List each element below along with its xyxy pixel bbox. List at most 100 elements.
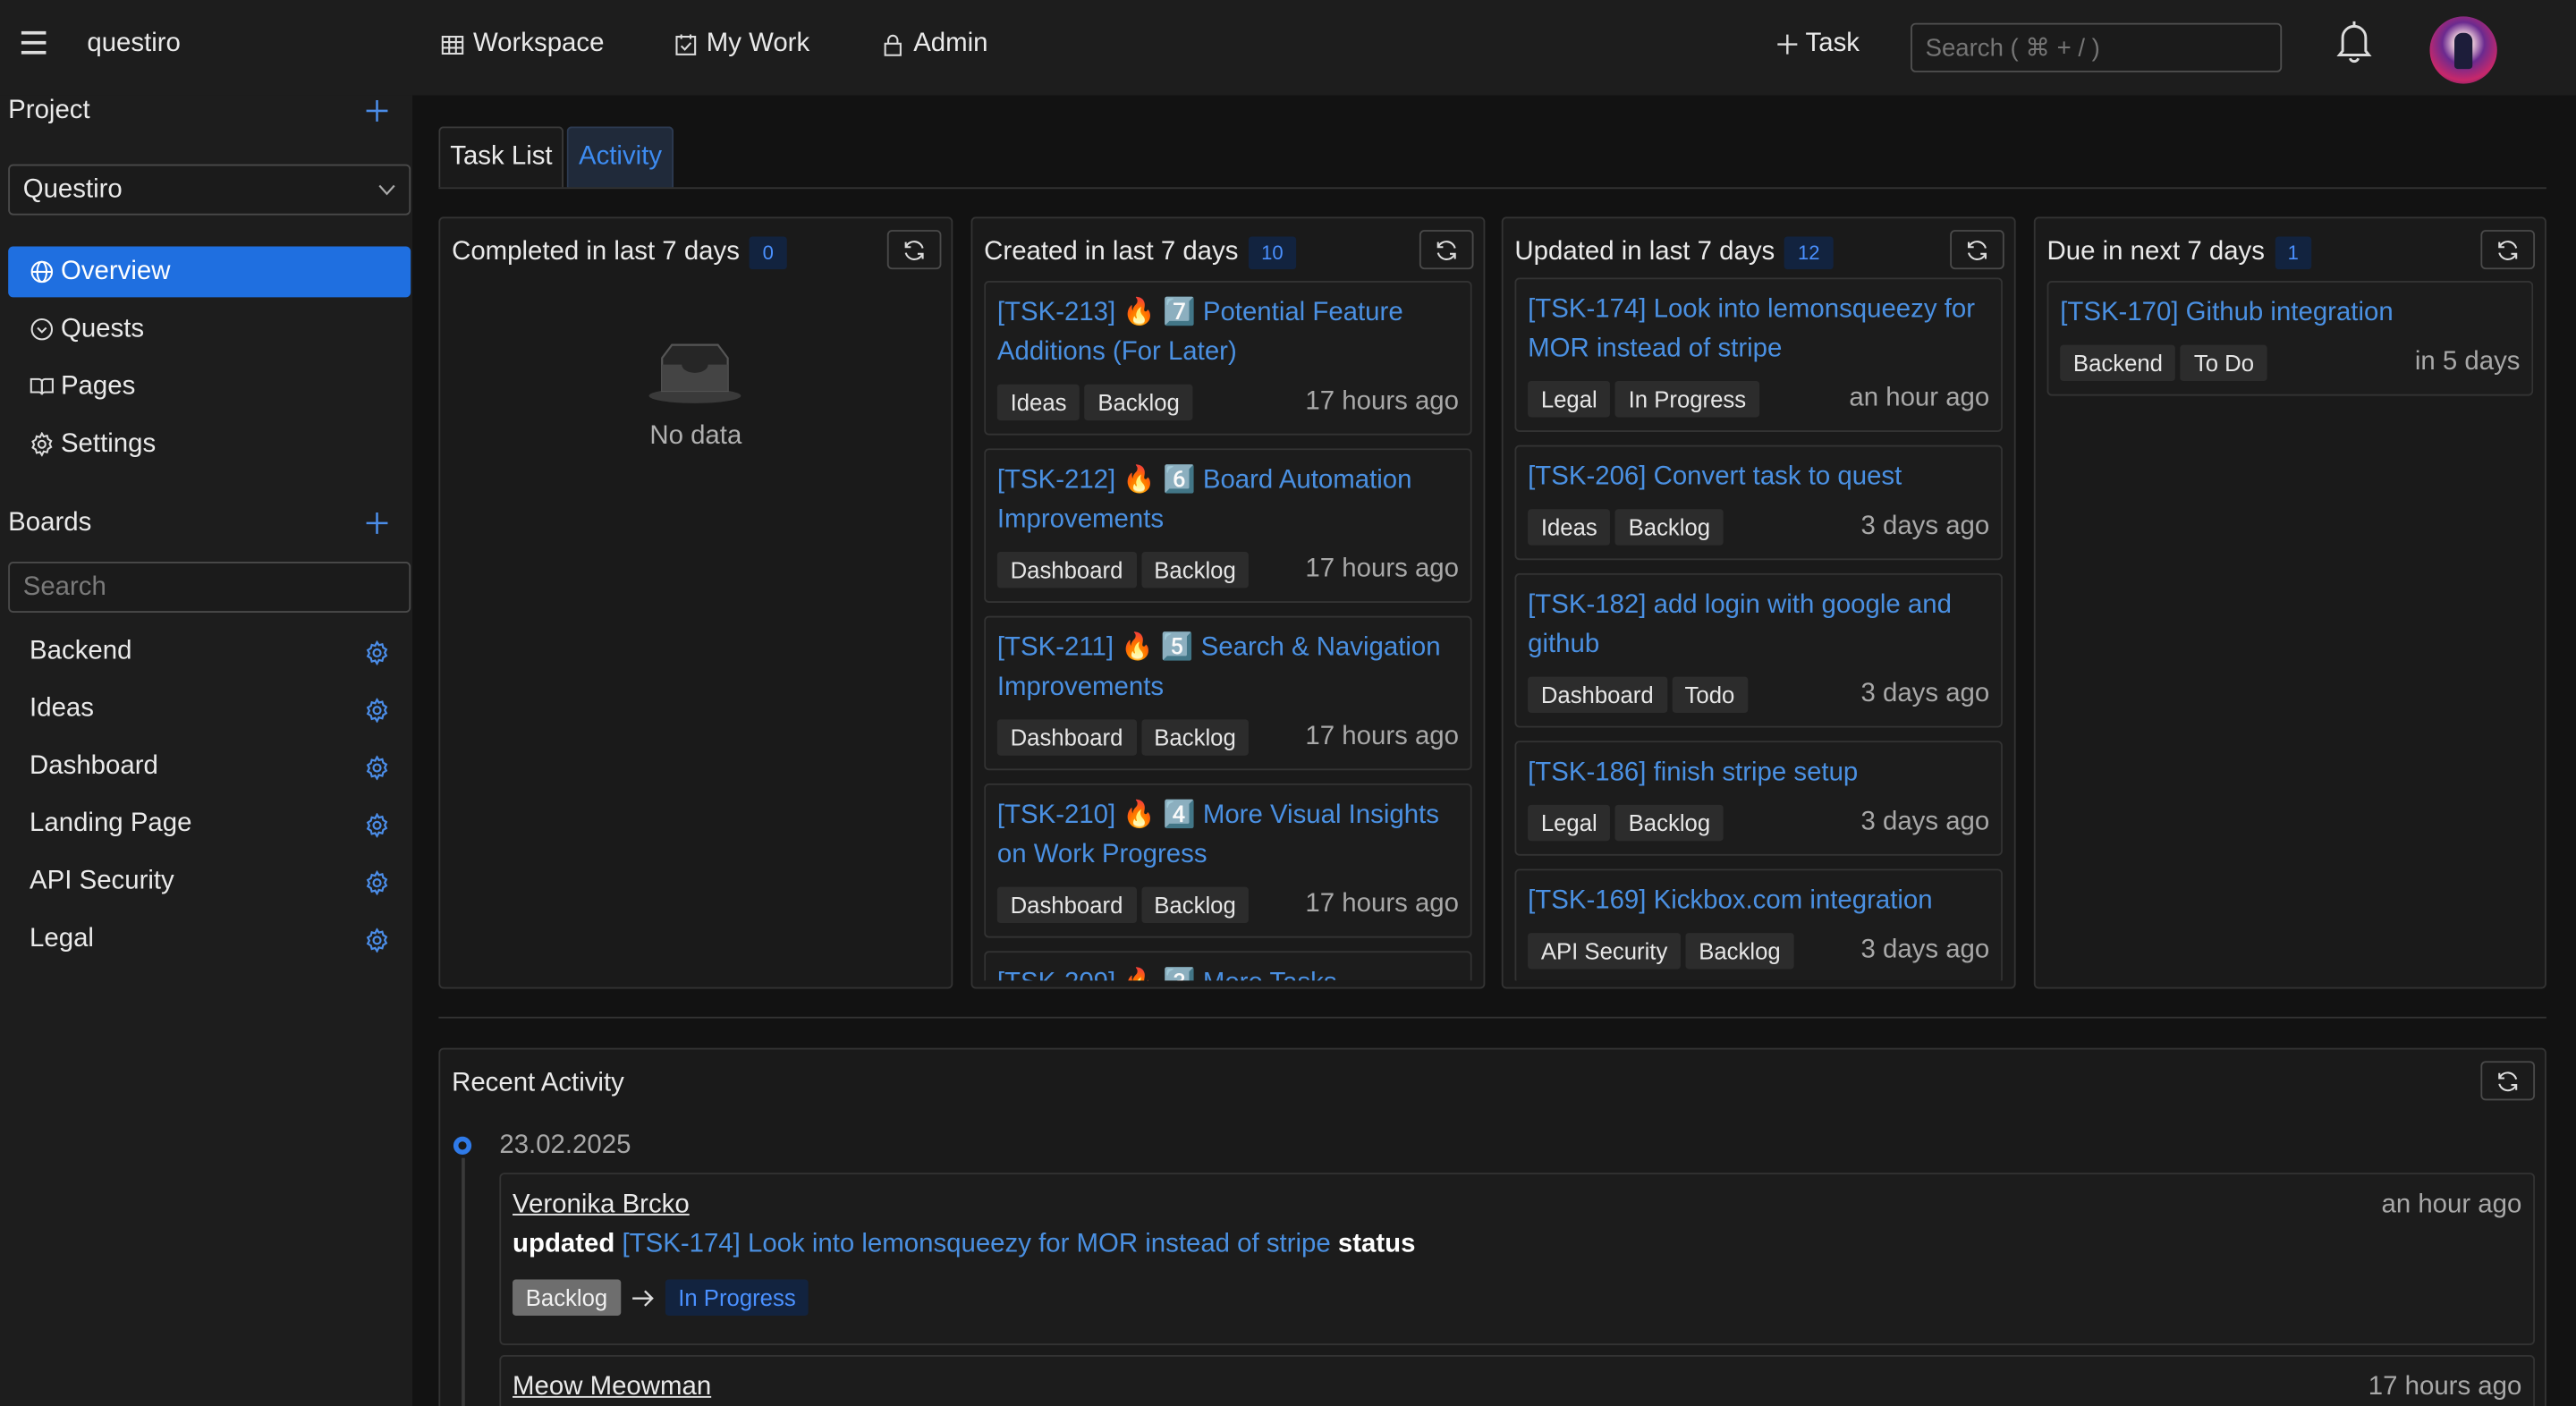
project-select[interactable]: Questiro [8, 164, 411, 216]
board-item[interactable]: Dashboard [30, 752, 158, 782]
task-card[interactable]: [TSK-169] Kickbox.com integration API Sec… [1514, 868, 2003, 981]
board-item[interactable]: Landing Page [30, 809, 191, 839]
nav-admin[interactable]: Admin [880, 30, 988, 59]
refresh-updated-button[interactable] [1950, 230, 2004, 270]
global-search-input[interactable] [1911, 22, 2283, 72]
board-settings-gear-icon[interactable] [365, 813, 390, 838]
menu-settings[interactable]: Settings [8, 419, 411, 470]
board-item[interactable]: Ideas [30, 695, 94, 724]
add-task-button[interactable]: Task [1775, 30, 1860, 59]
column-completed-count: 0 [749, 236, 787, 270]
column-created-header: Created in last 7 days 10 [984, 236, 1297, 270]
board-settings-gear-icon[interactable] [365, 698, 390, 724]
task-card-title[interactable]: [TSK-211] 🔥 5️⃣ Search & Navigation Impr… [997, 629, 1459, 707]
column-updated-count: 12 [1784, 236, 1834, 270]
task-card-title[interactable]: [TSK-210] 🔥 4️⃣ More Visual Insights on … [997, 797, 1459, 876]
refresh-recent-button[interactable] [2480, 1061, 2536, 1101]
no-data-text: No data [649, 421, 742, 451]
column-due-count: 1 [2274, 236, 2312, 270]
nav-workspace[interactable]: Workspace [440, 30, 604, 59]
recent-activity-title: Recent Activity [452, 1069, 624, 1097]
task-card-meta: Dashboard Todo 3 days ago [1528, 676, 1990, 713]
nav-workspace-label: Workspace [472, 30, 605, 58]
activity-field: status [1337, 1230, 1416, 1258]
task-card-title[interactable]: [TSK-212] 🔥 6️⃣ Board Automation Improve… [997, 462, 1459, 540]
column-created-count: 10 [1248, 236, 1297, 270]
task-card-title[interactable]: [TSK-186] finish stripe setup [1528, 754, 1989, 793]
activity-user-link[interactable]: Veronika Brcko [513, 1190, 690, 1220]
tab-activity[interactable]: Activity [567, 126, 674, 188]
task-tag: Legal [1528, 804, 1611, 842]
board-settings-gear-icon[interactable] [365, 870, 390, 895]
column-due: Due in next 7 days 1 [TSK-170] Github in… [2033, 216, 2546, 989]
calendar-check-icon [675, 33, 697, 55]
activity-user-link[interactable]: Meow Meowman [513, 1373, 711, 1402]
task-tag: API Security [1528, 933, 1682, 970]
tab-bar: Task List Activity [438, 126, 674, 188]
refresh-due-button[interactable] [2480, 230, 2536, 270]
menu-pages[interactable]: Pages [8, 361, 411, 412]
menu-settings-label: Settings [60, 429, 157, 458]
task-card-title[interactable]: [TSK-206] Convert task to quest [1528, 458, 1989, 497]
task-card-title[interactable]: [TSK-174] Look into lemonsqueezy for MOR… [1528, 291, 1989, 369]
table-icon [441, 35, 464, 55]
board-item[interactable]: API Security [30, 868, 174, 897]
task-card[interactable]: [TSK-170] Github integration Backend To Do… [2046, 281, 2534, 396]
task-card-title[interactable]: [TSK-182] add login with google and gith… [1528, 587, 1989, 665]
nav-my-work[interactable]: My Work [674, 30, 809, 59]
task-time: in 5 days [2414, 348, 2521, 377]
bell-icon[interactable] [2334, 18, 2374, 64]
task-card[interactable]: [TSK-213] 🔥 7️⃣ Potential Feature Additi… [984, 281, 1472, 436]
task-card-title[interactable]: [TSK-170] Github integration [2060, 294, 2520, 334]
column-completed: Completed in last 7 days 0 No data [438, 216, 953, 989]
sidebar: Project Questiro Overview Quests Pages S… [0, 95, 413, 1406]
boards-heading: Boards [8, 509, 92, 538]
task-tag: Backlog [1084, 384, 1193, 421]
task-card[interactable]: [TSK-182] add login with google and gith… [1514, 572, 2003, 728]
board-settings-gear-icon[interactable] [365, 927, 390, 953]
empty-inbox-icon [648, 343, 741, 403]
globe-icon [30, 260, 54, 284]
task-tag: Dashboard [996, 552, 1137, 589]
menu-icon[interactable] [21, 30, 47, 55]
task-tag: Backlog [1614, 804, 1724, 842]
activity-description: updated [TSK-174] Look into lemonsqueezy… [513, 1230, 1415, 1259]
task-card-meta: Legal In Progress an hour ago [1528, 381, 1989, 418]
task-card[interactable]: [TSK-209] 🔥 3️⃣ More TasksDashboardBackl… [984, 951, 1472, 981]
task-card-title[interactable]: [TSK-209] 🔥 3️⃣ More Tasks [997, 964, 1459, 980]
task-tag: Backend [2060, 344, 2176, 382]
task-card[interactable]: [TSK-206] Convert task to quest Ideas Back… [1514, 445, 2003, 561]
menu-quests[interactable]: Quests [8, 304, 411, 355]
task-card[interactable]: [TSK-211] 🔥 5️⃣ Search & Navigation Impr… [984, 615, 1472, 771]
column-completed-header: Completed in last 7 days 0 [452, 236, 787, 270]
refresh-created-button[interactable] [1419, 230, 1474, 270]
activity-task-link[interactable]: [TSK-174] Look into lemonsqueezy for MOR… [623, 1230, 1331, 1258]
column-due-title: Due in next 7 days [2046, 238, 2265, 267]
brand-name[interactable]: questiro [87, 30, 181, 59]
add-board-icon[interactable] [365, 511, 390, 536]
task-time: 3 days ago [1860, 680, 1990, 708]
task-card[interactable]: [TSK-174] Look into lemonsqueezy for MOR… [1514, 277, 2003, 432]
task-card-title[interactable]: [TSK-213] 🔥 7️⃣ Potential Feature Additi… [997, 294, 1459, 373]
menu-overview[interactable]: Overview [8, 246, 411, 298]
board-settings-gear-icon[interactable] [365, 640, 390, 665]
boards-search-input[interactable]: Search [8, 562, 411, 613]
task-card-title[interactable]: [TSK-169] Kickbox.com integration [1528, 882, 1989, 921]
add-project-icon[interactable] [365, 98, 390, 123]
add-task-label: Task [1805, 30, 1860, 58]
task-tag: In Progress [1614, 381, 1759, 418]
refresh-completed-button[interactable] [886, 230, 942, 270]
menu-overview-label: Overview [60, 257, 171, 285]
task-card[interactable]: [TSK-210] 🔥 4️⃣ More Visual Insights on … [984, 783, 1472, 938]
board-settings-gear-icon[interactable] [365, 755, 390, 781]
task-card-meta: Dashboard Backlog 17 hours ago [996, 719, 1459, 756]
task-card[interactable]: [TSK-186] finish stripe setup Legal Backlo… [1514, 741, 2003, 856]
tab-task-list[interactable]: Task List [438, 126, 564, 188]
task-card[interactable]: [TSK-212] 🔥 6️⃣ Board Automation Improve… [984, 448, 1472, 603]
avatar[interactable] [2429, 16, 2497, 84]
board-item[interactable]: Legal [30, 925, 94, 954]
task-card-meta: Backend To Do in 5 days [2060, 344, 2521, 382]
board-item[interactable]: Backend [30, 638, 131, 667]
task-tag: To Do [2181, 344, 2267, 382]
column-due-header: Due in next 7 days 1 [2046, 236, 2312, 270]
